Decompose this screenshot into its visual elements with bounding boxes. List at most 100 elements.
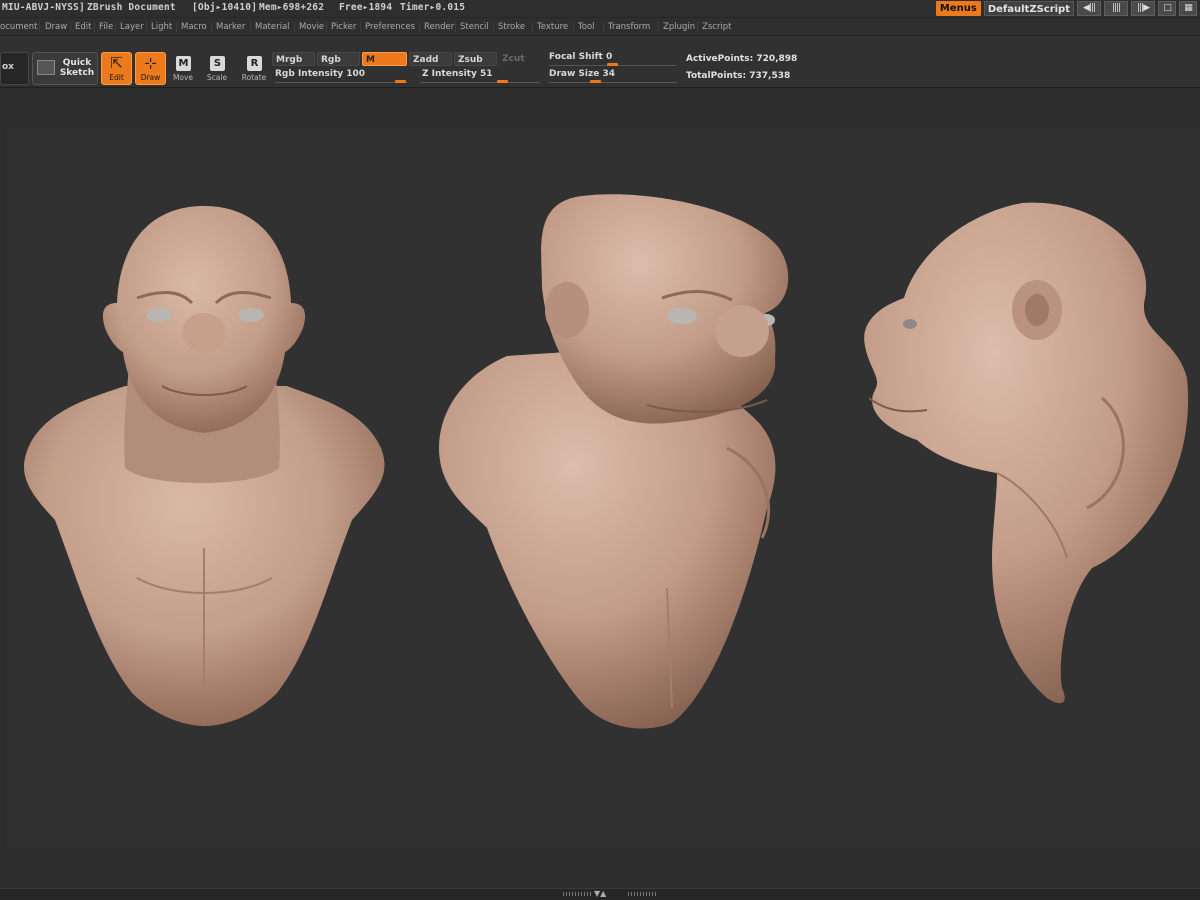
quick-sketch-line-2: Sketch	[59, 68, 95, 78]
obj-info: [Obj▸10410]	[192, 2, 258, 13]
m-button[interactable]: M	[362, 52, 407, 66]
menu-separator	[70, 22, 71, 32]
window-restore-icon[interactable]: □	[1158, 1, 1176, 16]
menu-separator	[697, 22, 698, 32]
menu-bar: ocument Draw Edit File Layer Light Macro…	[0, 18, 1200, 36]
menu-stroke[interactable]: Stroke	[498, 18, 525, 36]
rotate-label: Rotate	[241, 73, 267, 82]
mrgb-button[interactable]: Mrgb	[272, 52, 315, 66]
menu-separator	[294, 22, 295, 32]
menu-separator	[250, 22, 251, 32]
menu-separator	[493, 22, 494, 32]
rewind-icon[interactable]: ◀|||	[1077, 1, 1101, 16]
left-grip-handle[interactable]	[563, 892, 591, 896]
z-intensity-label: Z Intensity	[422, 69, 477, 79]
zadd-button[interactable]: Zadd	[409, 52, 452, 66]
pause-icon[interactable]: ||||	[1104, 1, 1128, 16]
draw-icon: ⊹	[144, 54, 157, 72]
toolbar: ox Quick Sketch ⇱ Edit ⊹ Draw M Move S S…	[0, 36, 1200, 88]
menu-separator	[94, 22, 95, 32]
scale-icon: S	[210, 56, 225, 71]
menu-texture[interactable]: Texture	[537, 18, 568, 36]
menu-separator	[326, 22, 327, 32]
draw-size-label: Draw Size	[549, 69, 600, 79]
document-id: MIU-ABVJ-NYSS]	[2, 2, 85, 13]
menu-layer[interactable]: Layer	[120, 18, 144, 36]
lightbox-button[interactable]: ox	[0, 52, 29, 85]
z-intensity-slider[interactable]: Z Intensity 51	[422, 69, 493, 79]
z-intensity-value: 51	[479, 69, 493, 79]
menu-picker[interactable]: Picker	[331, 18, 356, 36]
menu-separator	[115, 22, 116, 32]
move-button[interactable]: M Move	[167, 52, 199, 85]
menu-edit[interactable]: Edit	[75, 18, 91, 36]
menu-material[interactable]: Material	[255, 18, 290, 36]
total-points-readout: TotalPoints: 737,538	[686, 71, 791, 81]
rgb-intensity-value: 100	[346, 69, 366, 79]
collapse-arrows-icon[interactable]: ▼▲	[594, 888, 606, 899]
move-label: Move	[172, 73, 194, 82]
menu-transform[interactable]: Transform	[608, 18, 650, 36]
sculpt-viewport[interactable]	[7, 128, 1200, 848]
focal-shift-slider[interactable]: Focal Shift 0	[549, 52, 612, 62]
title-bar: MIU-ABVJ-NYSS] ZBrush Document [Obj▸1041…	[0, 0, 1200, 18]
menu-preferences[interactable]: Preferences	[365, 18, 415, 36]
menu-separator	[176, 22, 177, 32]
draw-size-handle[interactable]	[590, 80, 601, 83]
menu-separator	[455, 22, 456, 32]
side-view-bust	[864, 202, 1189, 704]
rgb-button[interactable]: Rgb	[317, 52, 360, 66]
z-intensity-track[interactable]	[420, 82, 540, 83]
menu-zscript[interactable]: Zscript	[702, 18, 732, 36]
menu-tool[interactable]: Tool	[578, 18, 595, 36]
front-view-bust	[24, 206, 385, 726]
edit-button[interactable]: ⇱ Edit	[101, 52, 132, 85]
scale-button[interactable]: S Scale	[201, 52, 233, 85]
rgb-intensity-slider[interactable]: Rgb Intensity 100	[275, 69, 365, 79]
active-points-readout: ActivePoints: 720,898	[686, 54, 798, 64]
draw-size-slider[interactable]: Draw Size 34	[549, 69, 615, 79]
menu-macro[interactable]: Macro	[181, 18, 207, 36]
zcut-button[interactable]: Zcut	[499, 52, 539, 66]
z-intensity-handle[interactable]	[497, 80, 508, 83]
menu-separator	[658, 22, 659, 32]
menu-render[interactable]: Render	[424, 18, 454, 36]
menu-separator	[419, 22, 420, 32]
forward-icon[interactable]: |||▶	[1131, 1, 1155, 16]
draw-size-track[interactable]	[549, 82, 677, 83]
menu-stencil[interactable]: Stencil	[460, 18, 489, 36]
bottom-shelf-bar[interactable]: ▼▲	[0, 888, 1200, 900]
rgb-intensity-handle[interactable]	[395, 80, 406, 83]
quick-sketch-label: Quick Sketch	[57, 58, 97, 78]
menu-light[interactable]: Light	[151, 18, 172, 36]
draw-button[interactable]: ⊹ Draw	[135, 52, 166, 85]
menu-separator	[360, 22, 361, 32]
document-canvas[interactable]	[7, 128, 1200, 848]
rgb-intensity-label: Rgb Intensity	[275, 69, 344, 79]
menu-separator	[211, 22, 212, 32]
menu-separator	[573, 22, 574, 32]
menu-marker[interactable]: Marker	[216, 18, 245, 36]
edit-label: Edit	[109, 73, 124, 82]
menu-document[interactable]: ocument	[0, 18, 38, 36]
edit-icon: ⇱	[110, 54, 123, 72]
move-icon: M	[176, 56, 191, 71]
menu-zplugin[interactable]: Zplugin	[663, 18, 695, 36]
menus-button[interactable]: Menus	[935, 1, 981, 16]
menu-file[interactable]: File	[99, 18, 113, 36]
zsub-button[interactable]: Zsub	[454, 52, 497, 66]
app-title: ZBrush Document	[87, 2, 176, 13]
menu-movie[interactable]: Movie	[299, 18, 324, 36]
default-zscript-button[interactable]: DefaultZScript	[983, 1, 1074, 16]
draw-label: Draw	[140, 73, 161, 82]
right-grip-handle[interactable]	[628, 892, 656, 896]
mem-info: Mem▸698+262	[259, 2, 325, 13]
rotate-button[interactable]: R Rotate	[238, 52, 270, 85]
menu-draw[interactable]: Draw	[45, 18, 67, 36]
menu-separator	[146, 22, 147, 32]
menu-separator	[603, 22, 604, 32]
window-layout-icon[interactable]: ▦	[1179, 1, 1197, 16]
quick-sketch-button[interactable]: Quick Sketch	[32, 52, 98, 85]
focal-shift-handle[interactable]	[607, 63, 618, 66]
rgb-intensity-track[interactable]	[275, 82, 407, 83]
